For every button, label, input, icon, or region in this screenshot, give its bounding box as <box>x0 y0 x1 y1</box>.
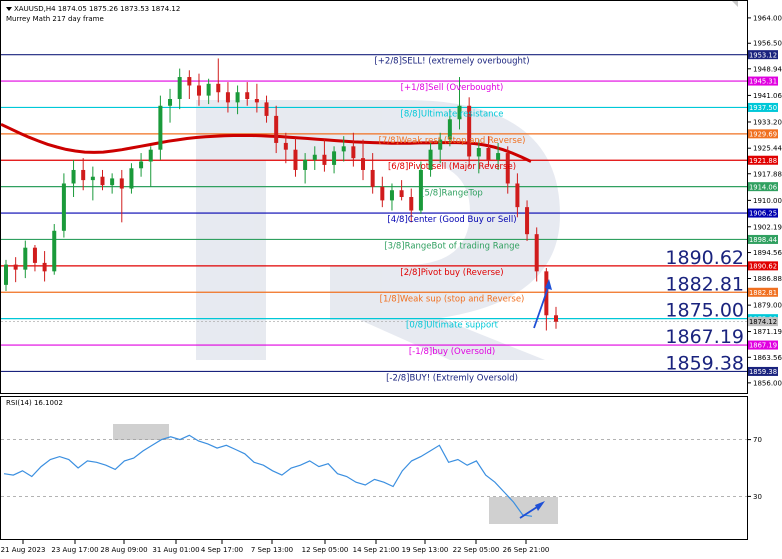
murrey-level-label: [-2/8]BUY! (Extremly Oversold) <box>386 373 518 383</box>
murrey-level-label: [4/8]Center (Good Buy or Sell) <box>387 215 516 225</box>
price-badge-label: 1906.25 <box>749 210 777 218</box>
trading-chart-canvas: [+2/8]SELL! (extremely overbought) [+1/8]… <box>0 0 782 554</box>
y-tick-label: 1871.19 <box>753 328 782 336</box>
murrey-big-price-label: 1875.00 <box>665 300 744 322</box>
x-tick-label: 21 Aug 2023 <box>1 546 46 554</box>
y-tick-label: 1925.44 <box>753 145 782 153</box>
x-tick-label: 23 Aug 17:00 <box>51 546 98 554</box>
y-tick-label: 1941.06 <box>753 92 782 100</box>
candle <box>52 224 57 275</box>
current-price-label: 1874.12 <box>749 318 777 326</box>
y-tick-label: 1956.50 <box>753 40 782 48</box>
rsi-tick-label: 30 <box>753 493 762 501</box>
y-tick-label: 1964.00 <box>753 14 782 22</box>
x-tick-label: 19 Sep 13:00 <box>402 546 449 554</box>
price-badge-label: 1882.81 <box>749 289 777 297</box>
price-badge-label: 1945.31 <box>749 78 777 86</box>
y-tick-label: 1886.88 <box>753 275 782 283</box>
y-tick-label: 1917.88 <box>753 170 782 178</box>
x-tick-label: 28 Aug 09:00 <box>100 546 147 554</box>
collapse-triangle-icon[interactable] <box>6 7 12 11</box>
murrey-level-label: [3/8]RangeBot of trading Range <box>384 241 519 251</box>
x-tick-label: 12 Sep 05:00 <box>302 546 349 554</box>
murrey-big-price-label: 1867.19 <box>665 326 744 348</box>
price-badge-label: 1921.88 <box>749 157 777 165</box>
price-badge-label: 1867.19 <box>749 342 777 350</box>
murrey-level-label: [1/8]Weak sup (stop and Reverse) <box>380 294 525 304</box>
candle <box>467 97 472 167</box>
x-tick-label: 14 Sep 21:00 <box>353 546 400 554</box>
y-tick-label: 1879.00 <box>753 302 782 310</box>
rsi-tick-label: 70 <box>753 436 762 444</box>
murrey-big-price-label: 1890.62 <box>665 247 744 269</box>
murrey-level-label: [6/8]Pivot sell (Major Reverse) <box>388 162 516 172</box>
y-tick-label: 1894.56 <box>753 249 782 257</box>
price-badge-label: 1898.44 <box>749 236 777 244</box>
y-tick-label: 1902.19 <box>753 223 782 231</box>
symbol-info: XAUUSD,H4 1874.05 1875.26 1873.53 1874.1… <box>14 5 181 13</box>
y-tick-label: 1910.00 <box>753 197 782 205</box>
corner-fold-icon <box>732 1 738 7</box>
x-tick-label: 26 Sep 21:00 <box>503 546 550 554</box>
price-badge-label: 1929.69 <box>749 130 777 138</box>
y-tick-label: 1856.00 <box>753 379 782 387</box>
rsi-title: RSI(14) 16.1002 <box>6 399 63 407</box>
y-tick-label: 1863.56 <box>753 354 782 362</box>
x-tick-label: 31 Aug 01:00 <box>152 546 199 554</box>
price-badge-label: 1953.12 <box>749 51 777 59</box>
price-badge-label: 1890.62 <box>749 262 777 270</box>
rsi-highlight-box <box>113 424 169 440</box>
y-tick-label: 1933.20 <box>753 118 782 126</box>
y-tick-label: 1948.94 <box>753 65 782 73</box>
murrey-big-price-label: 1859.38 <box>665 352 744 374</box>
murrey-level-label: [-1/8]buy (Oversold) <box>409 347 495 357</box>
price-badge-label: 1914.06 <box>749 183 777 191</box>
murrey-level-label: [+2/8]SELL! (extremely overbought) <box>374 57 529 67</box>
murrey-level-label: [+1/8]Sell (Overbought) <box>401 83 504 93</box>
price-badge-label: 1859.38 <box>749 368 777 376</box>
murrey-level-label: [0/8]Ultimate support <box>406 321 499 331</box>
price-badge-label: 1937.50 <box>749 104 777 112</box>
indicator-name: Murrey Math 217 day frame <box>6 15 104 23</box>
x-tick-label: 7 Sep 13:00 <box>251 546 293 554</box>
murrey-level-label: [7/8]Weak rest (Stop and Reverse) <box>379 136 526 146</box>
murrey-level-label: [8/8]Ultimate resistance <box>401 109 504 119</box>
x-tick-label: 22 Sep 05:00 <box>453 546 500 554</box>
murrey-big-price-label: 1882.81 <box>665 273 744 295</box>
x-tick-label: 4 Sep 17:00 <box>201 546 243 554</box>
rsi-highlight-box <box>489 497 558 524</box>
murrey-level-label: [2/8]Pivot buy (Reverse) <box>400 268 503 278</box>
murrey-level-label: [5/8]RangeTop <box>421 189 483 199</box>
